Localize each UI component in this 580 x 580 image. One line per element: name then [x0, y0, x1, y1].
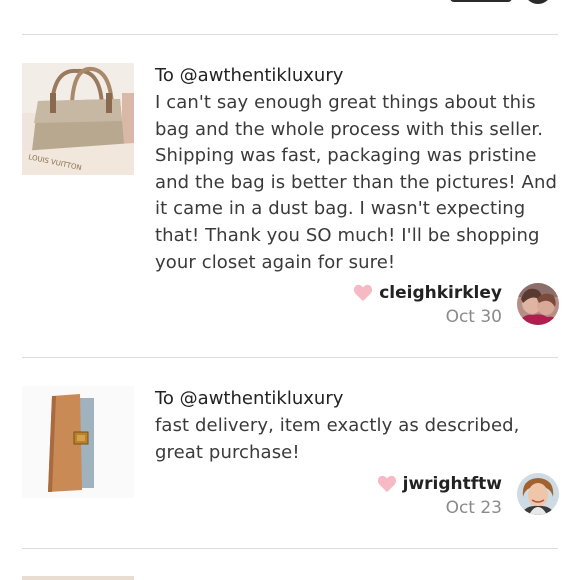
review-text: I can't say enough great things about th… — [155, 92, 557, 273]
closet-reviews-page: LOUIS VUITTON To @awthentikluxury I can'… — [0, 0, 580, 580]
author-avatar[interactable] — [517, 473, 559, 515]
item-thumbnail[interactable]: LOUIS VUITTON — [22, 63, 134, 175]
review-recipient[interactable]: To @awthentikluxury — [155, 64, 343, 88]
divider — [22, 357, 558, 358]
item-thumbnail[interactable] — [22, 386, 134, 498]
review-author[interactable]: cleighkirkley — [353, 283, 502, 303]
review-recipient[interactable]: To @awthentikluxury — [155, 387, 343, 411]
agenda-cover-photo — [22, 386, 134, 498]
review-author[interactable]: jwrightftw — [377, 474, 502, 494]
user-avatar-photo — [517, 283, 559, 325]
header-label-fragment — [450, 0, 512, 2]
user-avatar-photo — [517, 473, 559, 515]
review-date: Oct 30 — [445, 307, 502, 327]
header-icon-fragment[interactable] — [524, 0, 552, 4]
tote-bag-photo: LOUIS VUITTON — [22, 63, 134, 175]
next-item-thumbnail[interactable] — [22, 576, 134, 580]
review-date: Oct 23 — [445, 498, 502, 518]
header-fragment — [450, 0, 560, 4]
heart-icon — [354, 284, 373, 302]
review-text: fast delivery, item exactly as described… — [155, 415, 520, 463]
heart-icon — [377, 475, 396, 493]
author-avatar[interactable] — [517, 283, 559, 325]
divider — [22, 34, 558, 35]
divider — [22, 548, 558, 549]
author-username[interactable]: jwrightftw — [403, 474, 502, 494]
author-username[interactable]: cleighkirkley — [379, 283, 502, 303]
